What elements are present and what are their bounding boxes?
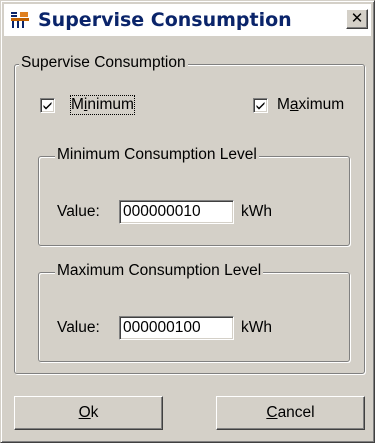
- checkmark-icon: [256, 102, 265, 110]
- minimum-checkbox-label[interactable]: Minimum: [70, 95, 135, 115]
- ok-label-rest: k: [90, 404, 99, 421]
- cancel-mnemonic: C: [266, 404, 278, 421]
- maximum-value-label: Value:: [57, 319, 100, 336]
- maximum-consumption-group-label: Maximum Consumption Level: [55, 262, 264, 280]
- maximum-value-input[interactable]: 000000100: [119, 316, 234, 340]
- minimum-checkbox[interactable]: [40, 98, 55, 113]
- minimum-value-label: Value:: [57, 203, 100, 220]
- minimum-consumption-group-label: Minimum Consumption Level: [55, 146, 259, 164]
- ok-mnemonic: O: [78, 404, 91, 421]
- ok-button[interactable]: Ok: [14, 396, 163, 430]
- cancel-button[interactable]: Cancel: [216, 396, 365, 430]
- window-title: Supervise Consumption: [38, 9, 292, 31]
- maximum-checkbox[interactable]: [253, 98, 268, 113]
- cancel-label-rest: ancel: [277, 404, 315, 421]
- app-icon: [10, 11, 30, 29]
- maximum-unit-label: kWh: [241, 319, 272, 336]
- close-button[interactable]: ✕: [346, 9, 368, 29]
- title-bar[interactable]: Supervise Consumption ✕: [4, 4, 371, 36]
- maximum-checkbox-label[interactable]: Maximum: [277, 96, 344, 114]
- close-icon: ✕: [350, 9, 364, 27]
- supervise-consumption-group-label: Supervise Consumption: [19, 54, 188, 72]
- minimum-value-input[interactable]: 000000010: [119, 200, 234, 224]
- minimum-unit-label: kWh: [241, 203, 272, 220]
- checkmark-icon: [43, 102, 52, 110]
- supervise-consumption-dialog: Supervise Consumption ✕ Supervise Consum…: [0, 0, 375, 443]
